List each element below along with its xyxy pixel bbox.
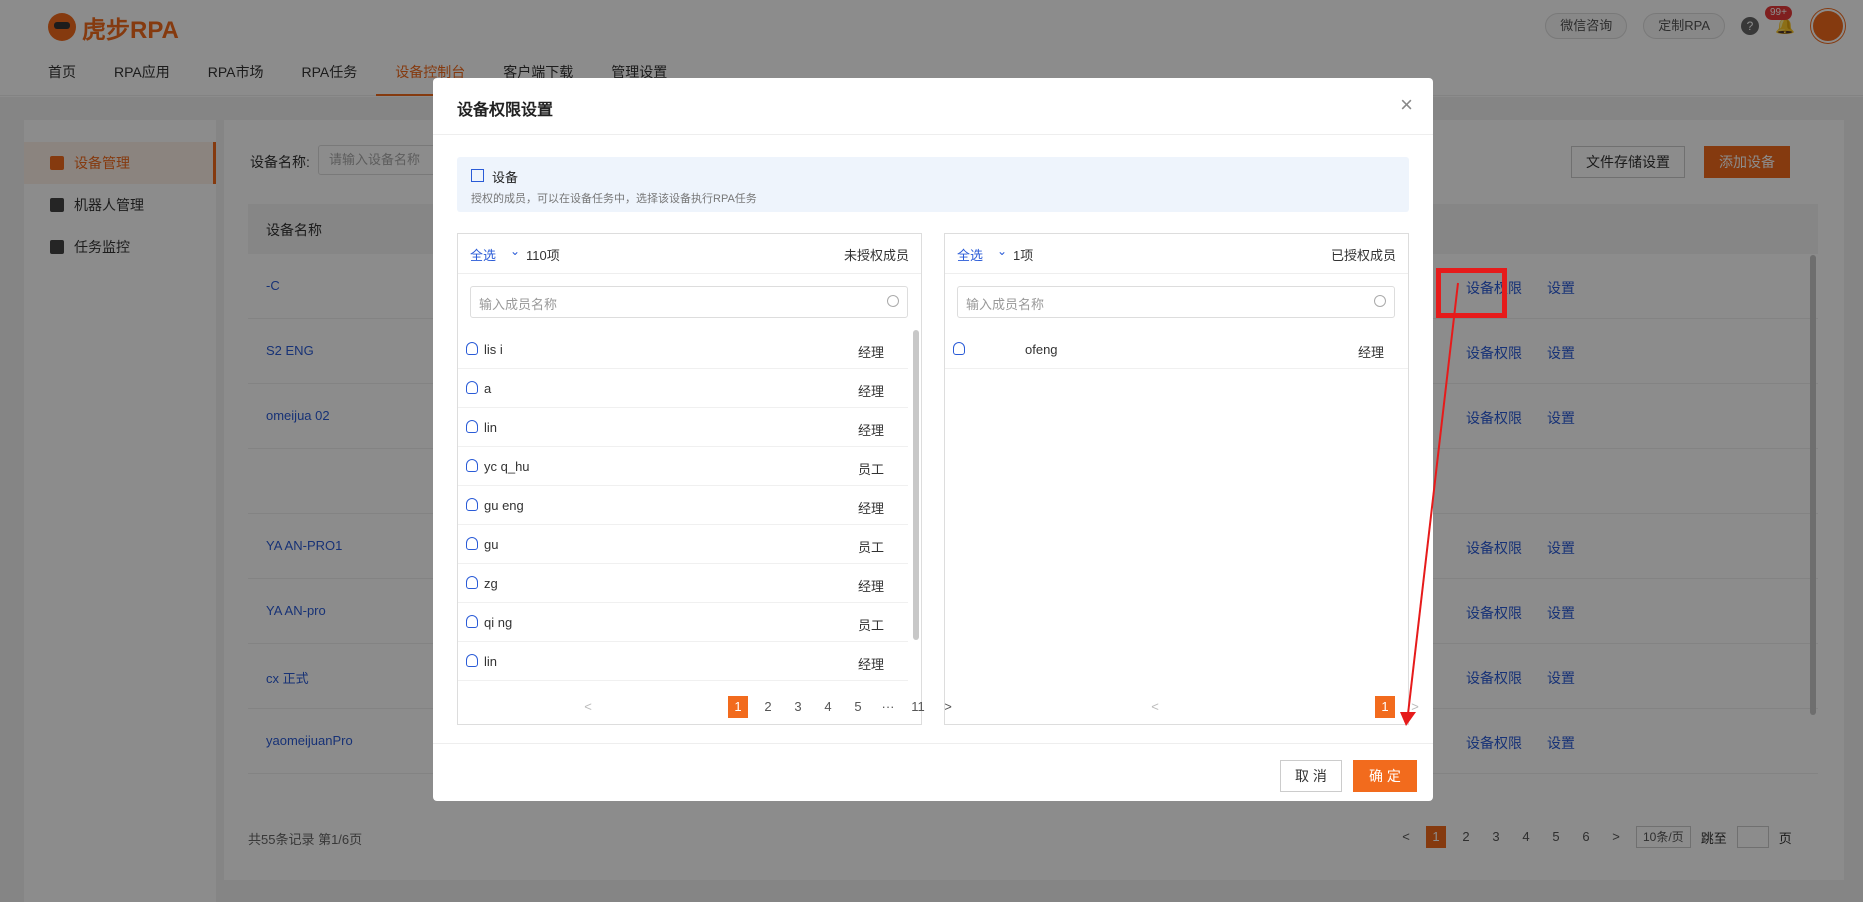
- page-4[interactable]: 4: [818, 696, 838, 718]
- page-3[interactable]: 3: [788, 696, 808, 718]
- member-name: lin: [484, 420, 498, 435]
- member-role: 经理: [1357, 345, 1384, 360]
- list-item[interactable]: zg 经理: [458, 564, 908, 603]
- search-icon[interactable]: [887, 295, 899, 307]
- select-all-checkbox[interactable]: 全选: [470, 245, 496, 264]
- item-count: 110项: [526, 248, 560, 263]
- list-item[interactable]: lin 经理: [458, 408, 908, 447]
- member-name: gu: [484, 537, 499, 552]
- page-11[interactable]: 11: [908, 696, 928, 718]
- divider: [433, 743, 1433, 744]
- device-description: 授权的成员，可以在设备任务中，选择该设备执行RPA任务: [471, 193, 757, 205]
- member-role: 经理: [857, 579, 884, 594]
- member-role: 经理: [857, 384, 884, 399]
- panel-title: 已授权成员: [1330, 248, 1396, 263]
- panel-header: 全选 ⌄ 110项 未授权成员: [458, 234, 921, 274]
- left-pagination: < 1 2 3 4 5 ··· 11 >: [578, 696, 958, 718]
- close-icon[interactable]: ×: [1400, 92, 1413, 118]
- member-name: lin: [484, 654, 498, 669]
- member-search-input[interactable]: 输入成员名称: [957, 286, 1395, 318]
- user-icon: [466, 420, 478, 433]
- page-1[interactable]: 1: [1375, 696, 1395, 718]
- user-icon: [466, 498, 478, 511]
- divider: [433, 134, 1433, 135]
- member-role: 员工: [857, 540, 884, 555]
- user-icon: [466, 342, 478, 355]
- member-search-input[interactable]: 输入成员名称: [470, 286, 908, 318]
- member-name: qi ng: [484, 615, 513, 630]
- user-icon: [466, 381, 478, 394]
- member-list-scrollbar[interactable]: [913, 330, 919, 640]
- member-name: yc q_hu: [484, 459, 530, 474]
- list-item[interactable]: lin 经理: [458, 642, 908, 681]
- cancel-button[interactable]: 取 消: [1280, 760, 1342, 792]
- device-label: 设备: [492, 170, 519, 185]
- list-item[interactable]: gu 员工: [458, 525, 908, 564]
- panel-title: 未授权成员: [843, 248, 909, 263]
- device-icon: [471, 169, 484, 182]
- device-info-banner: 设备 授权的成员，可以在设备任务中，选择该设备执行RPA任务: [457, 157, 1409, 212]
- panel-header: 全选 ⌄ 1项 已授权成员: [945, 234, 1408, 274]
- user-icon: [466, 576, 478, 589]
- select-all-checkbox[interactable]: 全选: [957, 245, 983, 264]
- member-role: 员工: [857, 462, 884, 477]
- user-icon: [953, 342, 965, 355]
- item-count: 1项: [1013, 248, 1034, 263]
- unauthorized-members-panel: 全选 ⌄ 110项 未授权成员 输入成员名称 lis i 经理 a 经理 lin 经理…: [457, 233, 952, 725]
- highlight-box: [1436, 268, 1507, 318]
- list-item[interactable]: a 经理: [458, 369, 908, 408]
- list-item[interactable]: lis i 经理: [458, 330, 908, 369]
- page-1[interactable]: 1: [728, 696, 748, 718]
- device-permission-modal: 设备权限设置 × 设备 授权的成员，可以在设备任务中，选择该设备执行RPA任务 …: [433, 78, 1433, 801]
- confirm-button[interactable]: 确 定: [1353, 760, 1417, 792]
- page-ellipsis[interactable]: ···: [878, 696, 898, 718]
- user-icon: [466, 459, 478, 472]
- list-item[interactable]: qi ng 员工: [458, 603, 908, 642]
- member-name: ofeng: [1025, 342, 1058, 357]
- user-icon: [466, 654, 478, 667]
- member-role: 经理: [857, 423, 884, 438]
- modal-title: 设备权限设置: [457, 102, 554, 119]
- search-placeholder: 输入成员名称: [479, 297, 558, 312]
- member-name: a: [484, 381, 492, 396]
- search-placeholder: 输入成员名称: [966, 297, 1045, 312]
- page-2[interactable]: 2: [758, 696, 778, 718]
- prev-page-button[interactable]: <: [578, 696, 598, 718]
- chevron-down-icon[interactable]: ⌄: [997, 244, 1007, 258]
- member-name: zg: [484, 576, 498, 591]
- authorized-members-panel: 全选 ⌄ 1项 已授权成员 输入成员名称 ofeng 经理 < 1 >: [944, 233, 1419, 725]
- member-name: lis i: [484, 342, 503, 357]
- list-item[interactable]: gu eng 经理: [458, 486, 908, 525]
- prev-page-button[interactable]: <: [1145, 696, 1165, 718]
- member-name: gu eng: [484, 498, 524, 513]
- list-item[interactable]: ofeng 经理: [945, 330, 1408, 369]
- chevron-down-icon[interactable]: ⌄: [510, 244, 520, 258]
- member-role: 员工: [857, 618, 884, 633]
- member-role: 经理: [857, 345, 884, 360]
- page-5[interactable]: 5: [848, 696, 868, 718]
- search-icon[interactable]: [1374, 295, 1386, 307]
- user-icon: [466, 615, 478, 628]
- list-item[interactable]: yc q_hu 员工: [458, 447, 908, 486]
- member-role: 经理: [857, 501, 884, 516]
- user-icon: [466, 537, 478, 550]
- right-pagination: < 1 >: [1145, 696, 1425, 718]
- member-role: 经理: [857, 657, 884, 672]
- next-page-button[interactable]: >: [1405, 696, 1425, 718]
